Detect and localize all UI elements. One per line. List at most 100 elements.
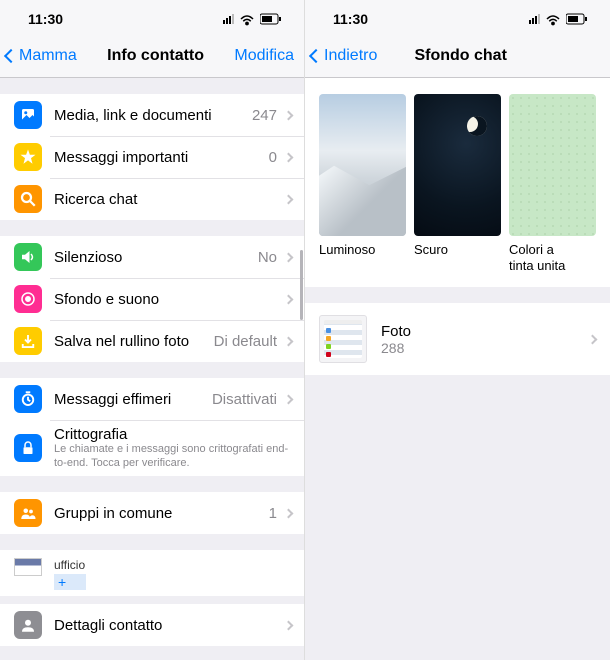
- chevron-right-icon: [588, 334, 598, 344]
- wallpaper-label: Scuro: [414, 242, 501, 258]
- row-label: Gruppi in comune: [54, 505, 269, 522]
- row-groups[interactable]: Gruppi in comune 1: [0, 492, 304, 534]
- back-button[interactable]: Mamma: [6, 47, 77, 65]
- section-privacy: Messaggi effimeri Disattivati Crittograf…: [0, 378, 304, 476]
- chevron-right-icon: [284, 152, 294, 162]
- wallpaper-solid[interactable]: Colori a tinta unita: [509, 94, 596, 273]
- section-groups: Gruppi in comune 1: [0, 492, 304, 534]
- row-savephotos[interactable]: Salva nel rullino foto Di default: [0, 320, 304, 362]
- row-label: Messaggi importanti: [54, 149, 269, 166]
- photos-row[interactable]: Foto 288: [305, 303, 610, 375]
- chevron-right-icon: [284, 110, 294, 120]
- wallpaper-light[interactable]: Luminoso: [319, 94, 406, 273]
- row-label: Ricerca chat: [54, 191, 285, 208]
- status-bar: 11:30: [0, 0, 304, 38]
- chevron-right-icon: [284, 336, 294, 346]
- row-value: No: [258, 249, 277, 266]
- wallpaper-screen: 11:30 Indietro Sfondo chat Luminoso Scur…: [305, 0, 610, 660]
- cellular-icon: [529, 14, 540, 24]
- back-button[interactable]: Indietro: [311, 47, 377, 65]
- status-bar: 11:30: [305, 0, 610, 38]
- status-indicators: [529, 10, 588, 28]
- wallpaper-grid: Luminoso Scuro Colori a tinta unita: [305, 78, 610, 273]
- status-indicators: [223, 10, 282, 28]
- row-text: Crittografia Le chiamate e i messaggi so…: [54, 426, 292, 469]
- row-search[interactable]: Ricerca chat: [0, 178, 304, 220]
- photos-label: Foto: [381, 323, 589, 340]
- back-label: Mamma: [19, 47, 77, 65]
- back-label: Indietro: [324, 47, 377, 65]
- row-value: 0: [269, 149, 277, 166]
- battery-icon: [566, 13, 588, 25]
- timer-icon: [14, 385, 42, 413]
- row-label: Dettagli contatto: [54, 617, 285, 634]
- contact-icon: [14, 611, 42, 639]
- row-starred[interactable]: Messaggi importanti 0: [0, 136, 304, 178]
- photos-text: Foto 288: [381, 323, 589, 356]
- chevron-right-icon: [284, 394, 294, 404]
- wallpaper-solid-thumb: [509, 94, 596, 236]
- edit-button[interactable]: Modifica: [234, 47, 294, 65]
- photos-count: 288: [381, 340, 589, 356]
- chevron-right-icon: [284, 252, 294, 262]
- section-settings: Silenzioso No Sfondo e suono Salva nel r…: [0, 236, 304, 362]
- star-icon: [14, 143, 42, 171]
- nav-title: Info contatto: [107, 47, 204, 65]
- chevron-left-icon: [309, 48, 323, 62]
- wallpaper-label: Colori a tinta unita: [509, 242, 596, 273]
- save-icon: [14, 327, 42, 355]
- row-sublabel: Le chiamate e i messaggi sono crittograf…: [54, 443, 292, 469]
- speaker-icon: [14, 243, 42, 271]
- row-label: Messaggi effimeri: [54, 391, 212, 408]
- photos-thumb: [319, 315, 367, 363]
- cellular-icon: [223, 14, 234, 24]
- chevron-right-icon: [284, 620, 294, 630]
- row-wallpaper[interactable]: Sfondo e suono: [0, 278, 304, 320]
- row-disappearing[interactable]: Messaggi effimeri Disattivati: [0, 378, 304, 420]
- section-details: Dettagli contatto: [0, 604, 304, 646]
- row-encryption[interactable]: Crittografia Le chiamate e i messaggi so…: [0, 420, 304, 476]
- scrollbar[interactable]: [300, 250, 303, 320]
- lock-icon: [14, 434, 42, 462]
- contact-info-screen: 11:30 Mamma Info contatto Modifica Media…: [0, 0, 305, 660]
- row-media[interactable]: Media, link e documenti 247: [0, 94, 304, 136]
- row-label: Silenzioso: [54, 249, 258, 266]
- status-time: 11:30: [333, 11, 368, 27]
- chevron-right-icon: [284, 508, 294, 518]
- wifi-icon: [238, 10, 256, 28]
- row-mute[interactable]: Silenzioso No: [0, 236, 304, 278]
- row-value: 247: [252, 107, 277, 124]
- row-value: Di default: [214, 333, 277, 350]
- nav-bar: Indietro Sfondo chat: [305, 38, 610, 78]
- row-details[interactable]: Dettagli contatto: [0, 604, 304, 646]
- battery-icon: [260, 13, 282, 25]
- row-value: Disattivati: [212, 391, 277, 408]
- section-media: Media, link e documenti 247 Messaggi imp…: [0, 94, 304, 220]
- settings-list: Media, link e documenti 247 Messaggi imp…: [0, 78, 304, 660]
- section-office[interactable]: ufficio +: [0, 550, 304, 596]
- row-value: 1: [269, 505, 277, 522]
- chevron-left-icon: [4, 48, 18, 62]
- row-label: Media, link e documenti: [54, 107, 252, 124]
- group-icon: [14, 499, 42, 527]
- wallpaper-icon: [14, 285, 42, 313]
- media-icon: [14, 101, 42, 129]
- wallpaper-light-thumb: [319, 94, 406, 236]
- nav-title: Sfondo chat: [414, 47, 506, 65]
- row-label: Salva nel rullino foto: [54, 333, 214, 350]
- chevron-right-icon: [284, 294, 294, 304]
- office-key: ufficio: [54, 558, 86, 572]
- office-logo: [14, 558, 42, 576]
- row-label: Crittografia: [54, 426, 292, 443]
- wallpaper-list: Luminoso Scuro Colori a tinta unita: [305, 78, 610, 660]
- search-icon: [14, 185, 42, 213]
- office-plus: +: [54, 574, 86, 590]
- wallpaper-dark-thumb: [414, 94, 501, 236]
- wifi-icon: [544, 10, 562, 28]
- wallpaper-label: Luminoso: [319, 242, 406, 258]
- row-label: Sfondo e suono: [54, 291, 285, 308]
- nav-bar: Mamma Info contatto Modifica: [0, 38, 304, 78]
- chevron-right-icon: [284, 194, 294, 204]
- status-time: 11:30: [28, 11, 63, 27]
- wallpaper-dark[interactable]: Scuro: [414, 94, 501, 273]
